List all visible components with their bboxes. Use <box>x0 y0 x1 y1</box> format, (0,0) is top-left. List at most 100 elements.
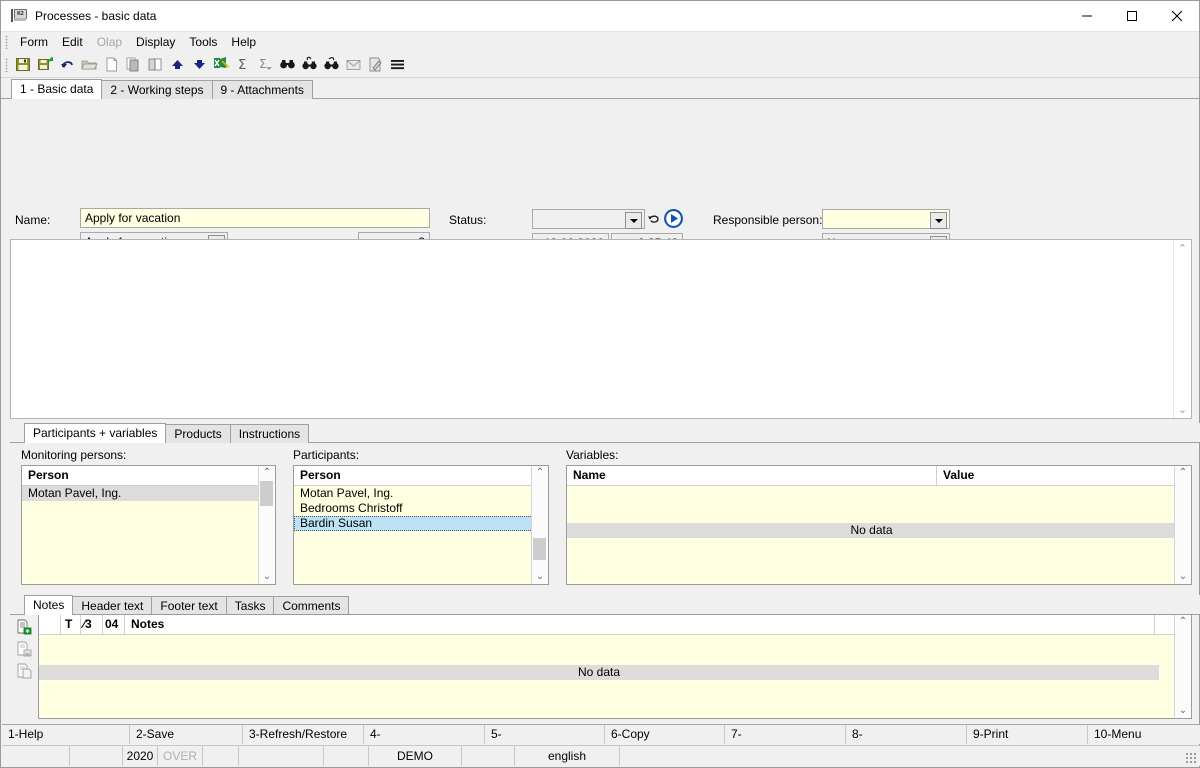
window-resize-grip[interactable] <box>1185 752 1197 764</box>
variables-list[interactable]: Name Value No data ⌃ ⌄ <box>566 465 1192 585</box>
find-next-icon[interactable] <box>321 54 342 75</box>
monitoring-persons-label: Monitoring persons: <box>21 448 127 462</box>
tab-products[interactable]: Products <box>165 424 231 443</box>
participants-scrollbar[interactable]: ⌃ ⌄ <box>531 466 548 584</box>
sum-filter-icon[interactable]: Σ <box>255 54 276 75</box>
tab-participants-variables[interactable]: Participants + variables <box>24 423 167 443</box>
note-copy-icon[interactable] <box>14 660 34 682</box>
status-label: Status: <box>449 213 487 227</box>
name-label: Name: <box>15 213 51 227</box>
copy-icon[interactable] <box>123 54 144 75</box>
scroll-down-icon[interactable]: ⌄ <box>1179 704 1187 718</box>
notes-empty-message: No data <box>39 665 1159 680</box>
svg-text:Σ: Σ <box>238 58 246 73</box>
scroll-up-icon[interactable]: ⌃ <box>1179 615 1187 629</box>
save-icon[interactable] <box>13 54 34 75</box>
description-scrollbar[interactable]: ⌃ ⌄ <box>1173 240 1191 418</box>
find-previous-icon[interactable] <box>299 54 320 75</box>
fkey-6-copy[interactable]: 6-Copy <box>605 725 725 744</box>
scroll-down-icon[interactable]: ⌄ <box>263 570 271 584</box>
tab-tasks[interactable]: Tasks <box>225 596 275 615</box>
move-down-icon[interactable] <box>189 54 210 75</box>
status-history-icon[interactable] <box>647 211 661 229</box>
fkey-3-refresh-restore[interactable]: 3-Refresh/Restore <box>243 725 364 744</box>
tab-working-steps[interactable]: 2 - Working steps <box>101 80 213 99</box>
list-item[interactable]: Bedrooms Christoff <box>294 501 548 516</box>
menu-edit[interactable]: Edit <box>55 33 90 51</box>
responsible-person-select[interactable] <box>822 209 950 229</box>
menu-form[interactable]: Form <box>13 33 55 51</box>
move-up-icon[interactable] <box>167 54 188 75</box>
fkey-10-menu[interactable]: 10-Menu <box>1088 725 1198 744</box>
undo-icon[interactable] <box>57 54 78 75</box>
scroll-up-icon[interactable]: ⌃ <box>536 466 544 480</box>
add-note-icon[interactable] <box>14 616 34 638</box>
menu-grip[interactable] <box>5 35 8 49</box>
maximize-button[interactable] <box>1109 1 1154 31</box>
status-select[interactable] <box>532 209 645 229</box>
fkey-8[interactable]: 8- <box>846 725 967 744</box>
notes-scrollbar[interactable]: ⌃ ⌄ <box>1174 615 1191 718</box>
sum-icon[interactable]: Σ <box>233 54 254 75</box>
variables-label: Variables: <box>566 448 619 462</box>
save-and-exit-icon[interactable] <box>35 54 56 75</box>
chevron-down-icon[interactable] <box>930 212 947 229</box>
menu-lines-icon[interactable] <box>387 54 408 75</box>
notes-grid[interactable]: T ⁄3 04 Notes No data ⌃ ⌄ <box>38 614 1192 719</box>
list-item[interactable]: Motan Pavel, Ing. <box>294 486 548 501</box>
open-folder-icon[interactable] <box>79 54 100 75</box>
scroll-down-icon[interactable]: ⌄ <box>1179 570 1187 584</box>
scroll-down-icon[interactable]: ⌄ <box>1178 401 1187 418</box>
mail-icon[interactable] <box>343 54 364 75</box>
fkey-7[interactable]: 7- <box>725 725 846 744</box>
new-document-icon[interactable] <box>101 54 122 75</box>
list-item[interactable]: Bardin Susan <box>294 516 533 531</box>
menu-tools[interactable]: Tools <box>182 33 224 51</box>
tab-attachments[interactable]: 9 - Attachments <box>211 80 313 99</box>
minimize-button[interactable] <box>1064 1 1109 31</box>
chevron-down-icon[interactable] <box>625 212 642 229</box>
scroll-up-icon[interactable]: ⌃ <box>1178 240 1187 257</box>
tab-header-text[interactable]: Header text <box>72 596 153 615</box>
application-window: K2 Processes - basic data Form Edit Olap… <box>0 0 1200 768</box>
close-button[interactable] <box>1154 1 1199 31</box>
list-item[interactable]: Motan Pavel, Ing. <box>22 486 275 501</box>
participants-list[interactable]: Person Motan Pavel, Ing. Bedrooms Christ… <box>293 465 549 585</box>
menu-display[interactable]: Display <box>129 33 182 51</box>
scrollbar-thumb[interactable] <box>533 538 546 560</box>
find-icon[interactable] <box>277 54 298 75</box>
monitoring-scrollbar[interactable]: ⌃ ⌄ <box>258 466 275 584</box>
status-cell-9 <box>462 746 515 766</box>
note-image-icon[interactable] <box>14 638 34 660</box>
scroll-up-icon[interactable]: ⌃ <box>1179 466 1187 480</box>
tab-instructions[interactable]: Instructions <box>229 424 310 443</box>
description-textarea[interactable]: ⌃ ⌄ <box>10 239 1192 419</box>
menu-bar: Form Edit Olap Display Tools Help <box>1 32 1199 52</box>
tab-footer-text[interactable]: Footer text <box>151 596 227 615</box>
variables-scrollbar[interactable]: ⌃ ⌄ <box>1174 466 1191 584</box>
name-input[interactable]: Apply for vacation <box>80 208 430 228</box>
tab-notes[interactable]: Notes <box>24 595 74 615</box>
column-person: Person <box>22 466 260 485</box>
menu-help[interactable]: Help <box>224 33 263 51</box>
tab-comments[interactable]: Comments <box>273 596 350 615</box>
fkey-5[interactable]: 5- <box>485 725 605 744</box>
fkey-2-save[interactable]: 2-Save <box>130 725 243 744</box>
fkey-4[interactable]: 4- <box>364 725 485 744</box>
column-t: T <box>61 615 81 634</box>
scrollbar-thumb[interactable] <box>260 481 273 506</box>
fkey-1-help[interactable]: 1-Help <box>2 725 130 744</box>
scroll-down-icon[interactable]: ⌄ <box>536 570 544 584</box>
monitoring-persons-list[interactable]: Person Motan Pavel, Ing. ⌃ ⌄ <box>21 465 276 585</box>
fkey-9-print[interactable]: 9-Print <box>967 725 1088 744</box>
column-blank <box>39 615 61 634</box>
notes-panel: T ⁄3 04 Notes No data ⌃ ⌄ <box>10 614 1192 719</box>
export-excel-icon[interactable] <box>211 54 232 75</box>
edit-note-icon[interactable] <box>365 54 386 75</box>
paste-icon[interactable] <box>145 54 166 75</box>
notes-spacer <box>39 635 1191 665</box>
tab-basic-data[interactable]: 1 - Basic data <box>11 79 103 99</box>
scroll-up-icon[interactable]: ⌃ <box>263 466 271 480</box>
toolbar-grip[interactable] <box>5 57 8 72</box>
status-run-icon[interactable] <box>664 209 683 231</box>
